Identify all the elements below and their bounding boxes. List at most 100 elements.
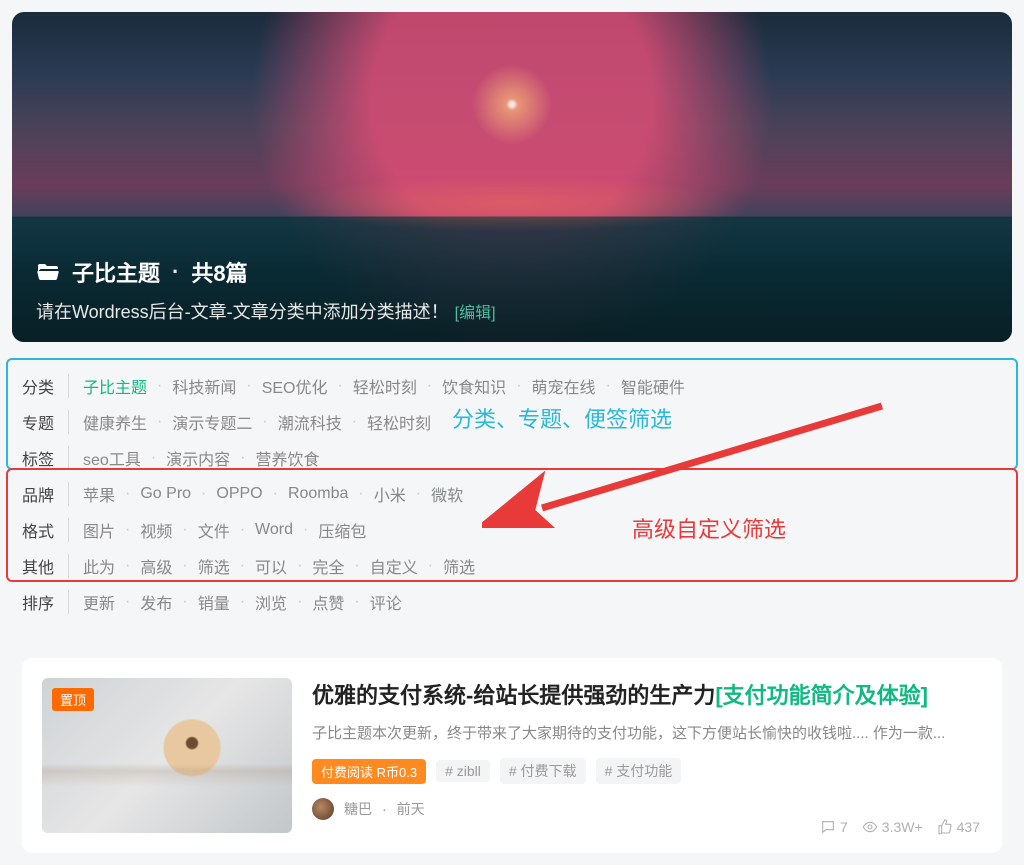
separator-dot: · (240, 449, 245, 467)
separator-dot: · (201, 485, 206, 503)
views-count: 3.3W+ (862, 819, 923, 835)
category-description: 请在Wordress后台-文章-文章分类中添加分类描述！ (36, 298, 449, 324)
filter-item[interactable]: 评论 (370, 590, 402, 614)
filter-item[interactable]: 更新 (83, 590, 115, 614)
separator-dot: · (273, 485, 278, 503)
folder-open-icon (36, 260, 60, 284)
filter-item[interactable]: 萌宠在线 (532, 374, 596, 398)
filter-item[interactable]: 销量 (198, 590, 230, 614)
filter-item[interactable]: Word (255, 521, 293, 539)
filter-item[interactable]: 饮食知识 (442, 374, 506, 398)
filter-item[interactable]: 图片 (83, 518, 115, 542)
separator-dot: · (172, 259, 179, 285)
separator-dot: · (303, 521, 308, 539)
filter-item[interactable]: 压缩包 (318, 518, 366, 542)
filter-item[interactable]: 筛选 (198, 554, 230, 578)
filter-item[interactable]: 可以 (255, 554, 287, 578)
edit-link[interactable]: [编辑] (455, 299, 496, 323)
separator-dot: · (297, 593, 302, 611)
separator-dot: · (416, 485, 421, 503)
filter-row-3: 品牌苹果·Go Pro·OPPO·Roomba·小米·微软 (22, 476, 1002, 512)
category-hero: 子比主题 · 共8篇 请在Wordress后台-文章-文章分类中添加分类描述！ … (12, 12, 1012, 342)
paid-read-badge[interactable]: 付费阅读 R币0.3 (312, 759, 426, 784)
filter-item[interactable]: 浏览 (255, 590, 287, 614)
filter-item[interactable]: 健康养生 (83, 410, 147, 434)
post-tag[interactable]: # 付费下载 (500, 758, 586, 784)
post-thumbnail[interactable]: 置顶 (42, 678, 292, 833)
filter-panel: 分类、专题、便签筛选 高级自定义筛选 分类子比主题·科技新闻·SEO优化·轻松时… (12, 360, 1012, 628)
filter-item[interactable]: 此为 (83, 554, 115, 578)
filter-item[interactable]: 演示专题二 (172, 410, 252, 434)
filter-label: 其他 (22, 554, 69, 578)
filter-label: 分类 (22, 374, 69, 398)
separator-dot: · (240, 557, 245, 575)
filter-item[interactable]: 智能硬件 (621, 374, 685, 398)
filter-item[interactable]: Go Pro (140, 485, 191, 503)
filter-item[interactable]: seo工具 (83, 446, 141, 470)
separator-dot: · (182, 593, 187, 611)
filter-item[interactable]: 高级 (140, 554, 172, 578)
author-name[interactable]: 糖巴 (344, 799, 372, 819)
separator-dot: · (297, 557, 302, 575)
separator-dot: · (125, 557, 130, 575)
post-meta: 糖巴 · 前天 (312, 798, 982, 820)
post-tag[interactable]: # zibll (436, 760, 490, 782)
separator-dot: · (125, 593, 130, 611)
likes-count[interactable]: 437 (937, 819, 980, 835)
separator-dot: · (182, 557, 187, 575)
post-tags: 付费阅读 R币0.3 # zibll # 付费下载 # 支付功能 (312, 758, 982, 784)
filter-label: 排序 (22, 590, 69, 614)
post-excerpt: 子比主题本次更新，终于带来了大家期待的支付功能，这下方便站长愉快的收钱啦....… (312, 722, 982, 746)
filter-item[interactable]: 视频 (140, 518, 172, 542)
author-avatar[interactable] (312, 798, 334, 820)
thumbs-up-icon (937, 819, 953, 835)
comment-icon (820, 819, 836, 835)
filter-item[interactable]: SEO优化 (262, 374, 328, 398)
separator-dot: · (125, 485, 130, 503)
separator-dot: · (182, 521, 187, 539)
filter-item[interactable]: 小米 (374, 482, 406, 506)
filter-item[interactable]: Roomba (288, 485, 348, 503)
filter-item[interactable]: 演示内容 (166, 446, 230, 470)
filter-item[interactable]: 微软 (431, 482, 463, 506)
filter-row-5: 其他此为 · 高级 · 筛选 · 可以 · 完全 · 自定义 · 筛选 (22, 548, 1002, 584)
eye-icon (862, 819, 878, 835)
filter-row-2: 标签seo工具·演示内容·营养饮食 (22, 440, 1002, 476)
filter-item[interactable]: OPPO (216, 485, 262, 503)
separator-dot: · (358, 485, 363, 503)
filter-item[interactable]: 子比主题 (83, 374, 147, 398)
filter-item[interactable]: 轻松时刻 (353, 374, 417, 398)
filter-item[interactable]: 潮流科技 (278, 410, 342, 434)
separator-dot: · (354, 557, 359, 575)
meta-dot: · (382, 801, 387, 817)
annotation-red-label: 高级自定义筛选 (632, 512, 786, 544)
filter-item[interactable]: 营养饮食 (256, 446, 320, 470)
filter-item[interactable]: 点赞 (312, 590, 344, 614)
filter-item[interactable]: 发布 (140, 590, 172, 614)
filter-item[interactable]: 轻松时刻 (367, 410, 431, 434)
filter-item[interactable]: 科技新闻 (172, 374, 236, 398)
separator-dot: · (240, 521, 245, 539)
filter-item[interactable]: 苹果 (83, 482, 115, 506)
comments-count[interactable]: 7 (820, 819, 848, 835)
filter-item[interactable]: 完全 (312, 554, 344, 578)
separator-dot: · (246, 377, 251, 395)
separator-dot: · (262, 413, 267, 431)
filter-row-6: 排序更新·发布·销量·浏览·点赞·评论 (22, 584, 1002, 620)
separator-dot: · (157, 413, 162, 431)
separator-dot: · (516, 377, 521, 395)
filter-item[interactable]: 筛选 (443, 554, 475, 578)
filter-item[interactable]: 文件 (198, 518, 230, 542)
filter-item[interactable]: 自定义 (370, 554, 418, 578)
separator-dot: · (428, 557, 433, 575)
filter-row-4: 格式图片·视频·文件·Word·压缩包 (22, 512, 1002, 548)
post-title[interactable]: 优雅的支付系统-给站长提供强劲的生产力[支付功能简介及体验] (312, 678, 982, 710)
post-tag[interactable]: # 支付功能 (596, 758, 682, 784)
filter-label: 格式 (22, 518, 69, 542)
separator-dot: · (338, 377, 343, 395)
post-date: 前天 (397, 799, 425, 819)
separator-dot: · (606, 377, 611, 395)
separator-dot: · (352, 413, 357, 431)
category-count: 共8篇 (191, 256, 247, 288)
post-card[interactable]: 置顶 优雅的支付系统-给站长提供强劲的生产力[支付功能简介及体验] 子比主题本次… (22, 658, 1002, 853)
